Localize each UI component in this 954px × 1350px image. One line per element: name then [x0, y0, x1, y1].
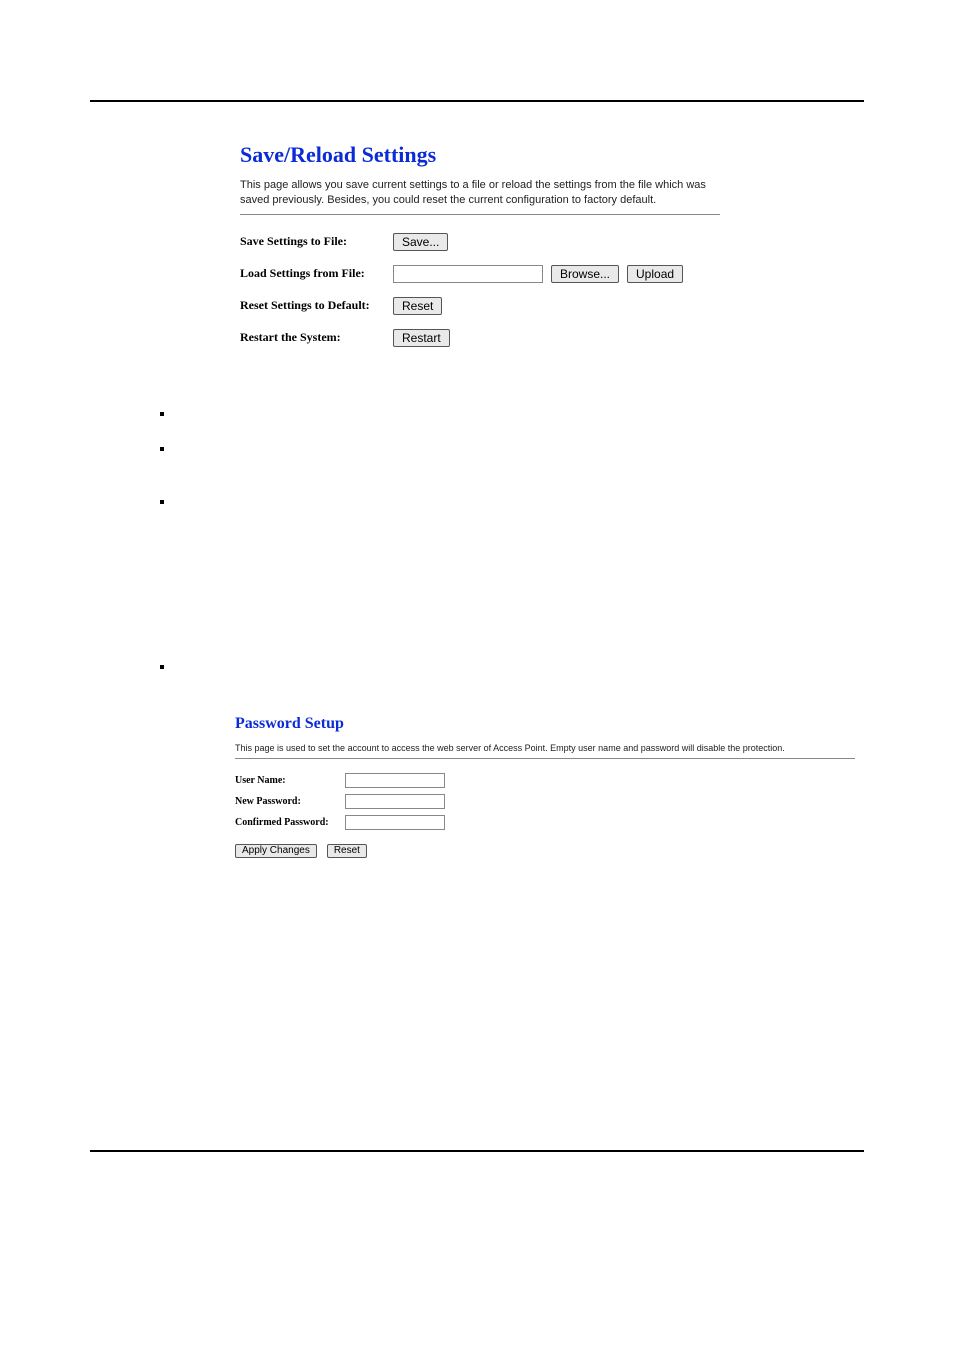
list-item: . — [160, 407, 864, 422]
row-reset-settings: Reset Settings to Default: Reset — [240, 297, 720, 315]
password-reset-button[interactable]: Reset — [327, 844, 367, 858]
bullet-list: . . . . — [160, 407, 864, 675]
restart-button[interactable]: Restart — [393, 329, 450, 347]
label-username: User Name: — [235, 775, 335, 786]
apply-changes-button[interactable]: Apply Changes — [235, 844, 317, 858]
row-load-settings: Load Settings from File: Browse... Uploa… — [240, 265, 720, 283]
new-password-input[interactable] — [345, 794, 445, 809]
save-reload-description: This page allows you save current settin… — [240, 178, 720, 208]
password-button-row: Apply Changes Reset — [235, 844, 855, 858]
row-restart-system: Restart the System: Restart — [240, 329, 720, 347]
label-save-settings: Save Settings to File: — [240, 234, 385, 249]
document-page: Save/Reload Settings This page allows yo… — [0, 0, 954, 1350]
label-load-settings: Load Settings from File: — [240, 266, 385, 281]
separator — [235, 758, 855, 759]
save-button[interactable]: Save... — [393, 233, 448, 251]
row-confirm-password: Confirmed Password: — [235, 815, 855, 830]
password-setup-title: Password Setup — [235, 715, 855, 733]
save-reload-title: Save/Reload Settings — [240, 142, 720, 168]
label-reset-settings: Reset Settings to Default: — [240, 298, 385, 313]
list-item: . — [160, 495, 864, 510]
bullet-icon — [160, 500, 164, 504]
password-setup-description: This page is used to set the account to … — [235, 743, 855, 755]
list-item: . — [160, 660, 864, 675]
separator — [240, 214, 720, 215]
confirm-password-input[interactable] — [345, 815, 445, 830]
username-input[interactable] — [345, 773, 445, 788]
row-new-password: New Password: — [235, 794, 855, 809]
page-top-rule — [90, 100, 864, 102]
browse-button[interactable]: Browse... — [551, 265, 619, 283]
file-path-input[interactable] — [393, 265, 543, 283]
upload-button[interactable]: Upload — [627, 265, 683, 283]
password-setup-panel: Password Setup This page is used to set … — [235, 715, 855, 859]
bullet-icon — [160, 447, 164, 451]
row-save-settings: Save Settings to File: Save... — [240, 233, 720, 251]
page-bottom-rule — [90, 1150, 864, 1152]
label-restart-system: Restart the System: — [240, 330, 385, 345]
reset-button[interactable]: Reset — [393, 297, 442, 315]
list-item: . — [160, 442, 864, 457]
label-new-password: New Password: — [235, 796, 335, 807]
label-confirm-password: Confirmed Password: — [235, 817, 335, 828]
row-username: User Name: — [235, 773, 855, 788]
bullet-icon — [160, 412, 164, 416]
save-reload-panel: Save/Reload Settings This page allows yo… — [240, 142, 720, 347]
bullet-icon — [160, 665, 164, 669]
